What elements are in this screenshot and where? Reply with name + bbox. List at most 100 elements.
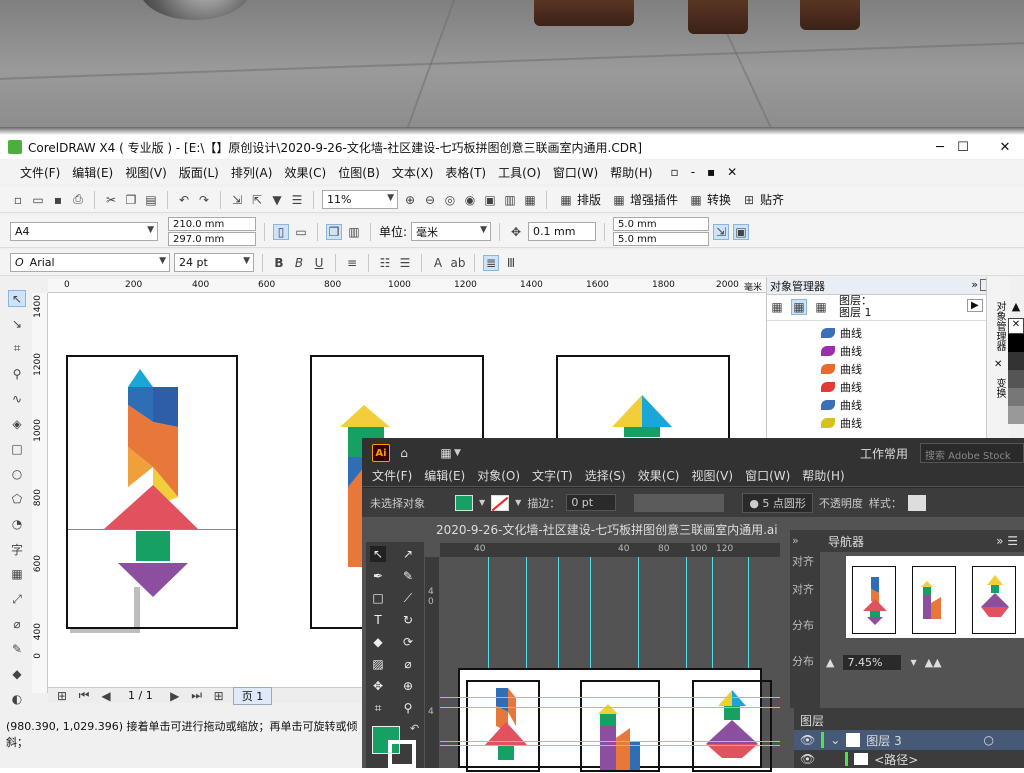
export-icon[interactable]: ⇱ xyxy=(249,192,265,208)
crop-tool-icon[interactable]: ⌗ xyxy=(8,340,26,357)
eyedropper-tool-icon[interactable]: ⌀ xyxy=(400,656,416,672)
next-page-icon[interactable]: ▶ xyxy=(167,688,183,704)
convert-button[interactable]: ▦ 转换 xyxy=(685,189,734,211)
smart-fill-tool-icon[interactable]: ◈ xyxy=(8,415,26,432)
zoom-in-icon[interactable]: ⊕ xyxy=(402,192,418,208)
all-pages-icon[interactable]: ❐ xyxy=(326,223,342,240)
zoom-out-icon[interactable]: ⊖ xyxy=(422,192,438,208)
layer-manager-view-icon[interactable]: ▦ xyxy=(813,299,829,315)
redo-icon[interactable]: ↷ xyxy=(196,192,212,208)
duplicate-y-field[interactable]: 5.0 mm xyxy=(613,232,710,246)
interactive-fill-tool-icon[interactable]: ◐ xyxy=(8,691,26,708)
page-height-field[interactable]: 297.0 mm xyxy=(168,232,256,246)
collapse-icon[interactable]: » xyxy=(790,530,820,551)
zoom-all-icon[interactable]: ◉ xyxy=(462,192,478,208)
object-list-item[interactable]: 曲线 xyxy=(821,343,862,359)
print-icon[interactable]: ⎙ xyxy=(70,192,86,208)
menu-window[interactable]: 窗口(W) xyxy=(553,164,598,181)
fill-tool-icon[interactable]: ◆ xyxy=(8,666,26,683)
ai-menu-select[interactable]: 选择(S) xyxy=(585,467,626,484)
ai-artboard[interactable] xyxy=(458,668,772,772)
stroke-weight-field[interactable]: 0 pt xyxy=(566,494,617,511)
app-launcher-icon[interactable]: ☰ xyxy=(289,192,305,208)
polygon-tool-icon[interactable]: ⬠ xyxy=(8,490,26,507)
align-icon[interactable]: ≡ xyxy=(344,255,360,271)
bold-icon[interactable]: B xyxy=(271,255,287,271)
menu-help[interactable]: 帮助(H) xyxy=(610,164,652,181)
shape-tool-icon[interactable]: ↘ xyxy=(8,315,26,332)
sublayer-row[interactable]: 👁 <路径> xyxy=(794,750,1024,768)
new-document-icon[interactable]: ▫ xyxy=(10,192,26,208)
character-format-icon[interactable]: A xyxy=(430,255,446,271)
add-page-icon[interactable]: ⊞ xyxy=(54,688,70,704)
import-icon[interactable]: ⇲ xyxy=(229,192,245,208)
last-page-icon[interactable]: ⏭ xyxy=(189,688,205,704)
align-panel-label[interactable]: 对齐 xyxy=(790,551,820,571)
palette-scroll-up-icon[interactable]: ▲ xyxy=(1008,300,1024,318)
eye-icon[interactable]: 👁 xyxy=(800,733,815,747)
menu-tools[interactable]: 工具(O) xyxy=(498,164,541,181)
menu-text[interactable]: 文本(X) xyxy=(392,164,434,181)
object-list-item[interactable]: 曲线 xyxy=(821,379,862,395)
color-swatch[interactable] xyxy=(1008,370,1024,388)
navigator-zoom-field[interactable]: 7.45% xyxy=(842,653,903,671)
open-icon[interactable]: ▭ xyxy=(30,192,46,208)
menu-edit[interactable]: 编辑(E) xyxy=(72,164,113,181)
duplicate-x-field[interactable]: 5.0 mm xyxy=(613,217,710,231)
dropcap-icon[interactable]: ☰ xyxy=(397,255,413,271)
unit-select[interactable]: 毫米 ▼ xyxy=(411,222,492,241)
italic-icon[interactable]: B xyxy=(291,255,307,271)
artwork-panel-1[interactable] xyxy=(66,355,238,629)
object-list-item[interactable]: 曲线 xyxy=(821,397,862,413)
flyout-arrow-icon[interactable]: ▶ xyxy=(967,299,983,312)
freehand-tool-icon[interactable]: ∿ xyxy=(8,390,26,407)
ai-menu-effect[interactable]: 效果(C) xyxy=(638,467,680,484)
snap-objects-icon[interactable]: ▣ xyxy=(733,223,750,240)
undo-icon[interactable]: ↶ xyxy=(176,192,192,208)
workspace-layout-icon[interactable]: ▦ xyxy=(438,445,454,461)
portrait-icon[interactable]: ▯ xyxy=(273,223,289,240)
eraser-tool-icon[interactable]: ◆ xyxy=(370,634,386,650)
color-swatch[interactable] xyxy=(1008,388,1024,406)
zoom-in-mountain-icon[interactable]: ▲▲ xyxy=(925,656,942,669)
zoom-tool-icon[interactable]: ⚲ xyxy=(400,700,416,716)
zoom-page-icon[interactable]: ▣ xyxy=(482,192,498,208)
table-tool-icon[interactable]: ▦ xyxy=(8,566,26,583)
page-width-field[interactable]: 210.0 mm xyxy=(168,217,256,231)
rectangle-tool-icon[interactable]: □ xyxy=(8,440,26,457)
underline-icon[interactable]: U xyxy=(311,255,327,271)
maximize-button[interactable]: ☐ xyxy=(943,135,983,159)
menu-arrange[interactable]: 排列(A) xyxy=(231,164,273,181)
treat-as-filled-icon[interactable]: ⇲ xyxy=(713,223,730,240)
variable-width-profile[interactable] xyxy=(634,493,725,512)
paste-icon[interactable]: ▤ xyxy=(143,192,159,208)
copy-icon[interactable]: ❐ xyxy=(123,192,139,208)
pen-tool-icon[interactable]: ✒ xyxy=(370,568,386,584)
text-tool-icon[interactable]: 字 xyxy=(8,541,26,558)
workspace-switcher[interactable]: 工作常用 xyxy=(860,445,908,462)
curvature-tool-icon[interactable]: ✎ xyxy=(400,568,416,584)
font-family-select[interactable]: O Arial ▼ xyxy=(10,253,170,272)
add-page-after-icon[interactable]: ⊞ xyxy=(211,688,227,704)
fill-swatch[interactable] xyxy=(455,494,473,511)
stock-search-input[interactable]: 搜索 Adobe Stock xyxy=(920,443,1024,463)
cut-icon[interactable]: ✂ xyxy=(103,192,119,208)
zoom-width-icon[interactable]: ▥ xyxy=(502,192,518,208)
menu-table[interactable]: 表格(T) xyxy=(445,164,486,181)
zoom-selected-icon[interactable]: ◎ xyxy=(442,192,458,208)
opacity-label[interactable]: 不透明度 xyxy=(819,495,863,511)
zoom-height-icon[interactable]: ▦ xyxy=(522,192,538,208)
ai-menu-file[interactable]: 文件(F) xyxy=(372,467,412,484)
paintbrush-tool-icon[interactable]: ⟋ xyxy=(400,590,416,606)
swap-colors-icon[interactable]: ↶ xyxy=(410,722,419,735)
ai-menu-help[interactable]: 帮助(H) xyxy=(802,467,844,484)
type-tool-icon[interactable]: T xyxy=(370,612,386,628)
graphic-style-swatch[interactable] xyxy=(907,494,926,511)
stroke-color-box[interactable] xyxy=(388,740,416,768)
font-size-select[interactable]: 24 pt ▼ xyxy=(174,253,254,272)
ai-menu-edit[interactable]: 编辑(E) xyxy=(424,467,465,484)
bullet-icon[interactable]: ☷ xyxy=(377,255,393,271)
expand-icon[interactable]: » xyxy=(971,278,978,291)
menu-view[interactable]: 视图(V) xyxy=(125,164,167,181)
color-swatch[interactable] xyxy=(1008,352,1024,370)
